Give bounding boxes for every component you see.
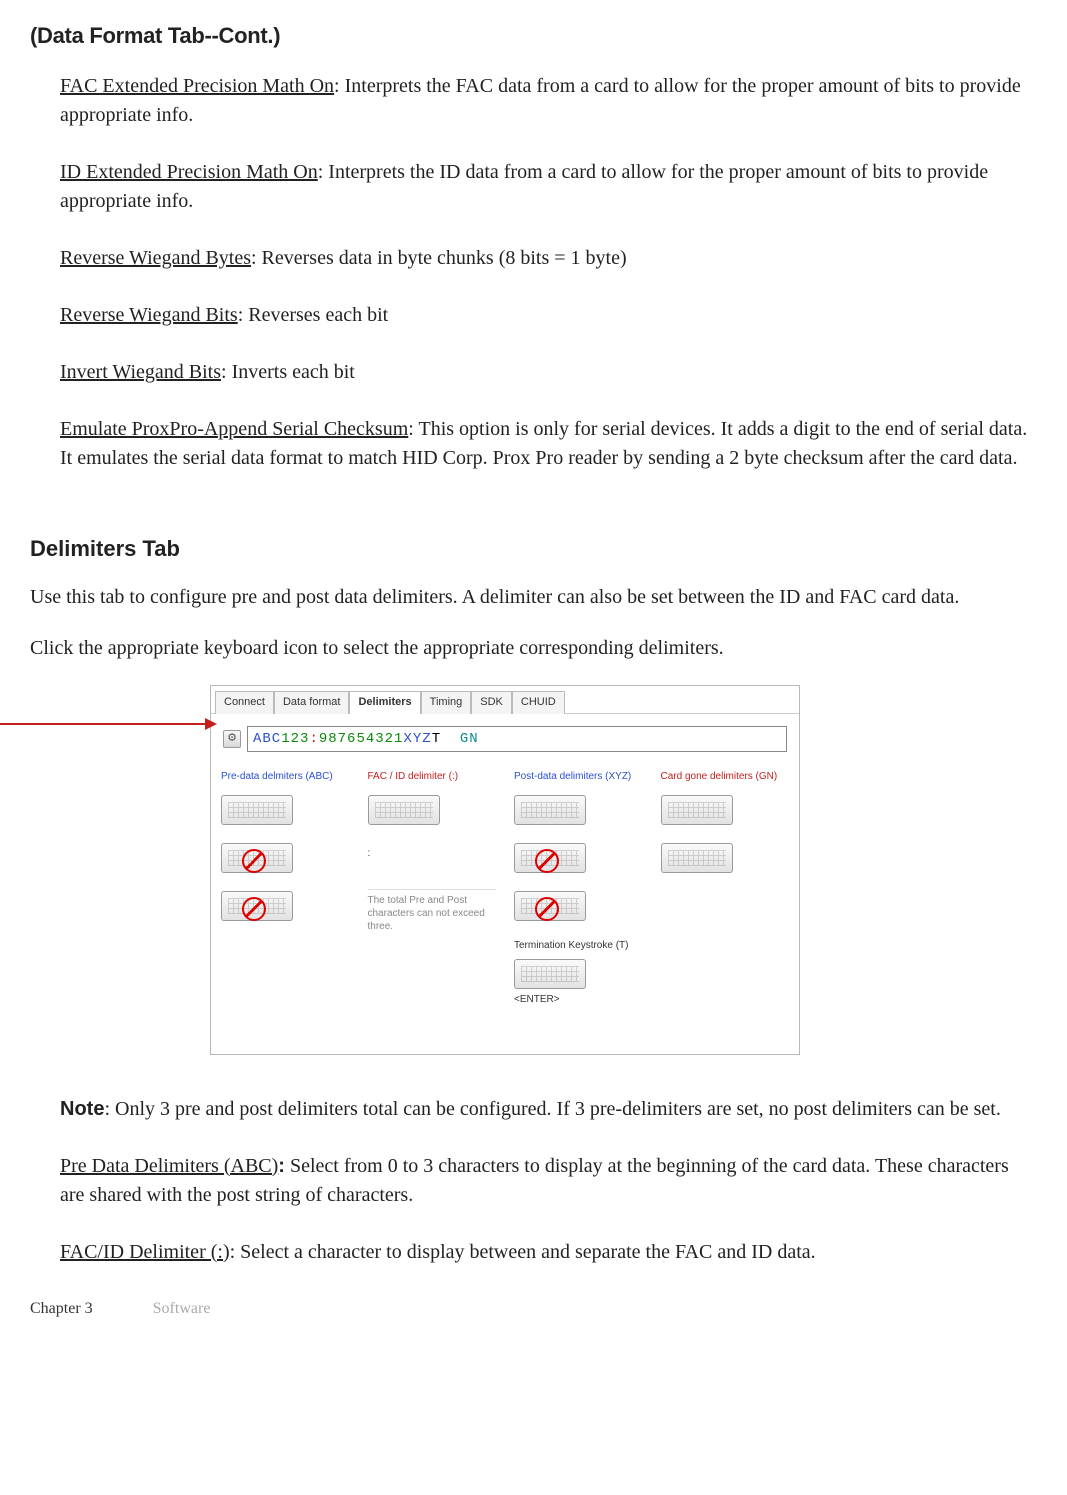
sample-bar: ⚙ ABC123:987654321XYZT GN bbox=[221, 724, 789, 754]
sample-id: 987654321 bbox=[319, 731, 404, 747]
keyboard-clear-icon[interactable] bbox=[514, 843, 586, 873]
def-facid-delim: FAC/ID Delimiter (:): Select a character… bbox=[60, 1238, 1037, 1267]
def-rev-bytes-text: : Reverses data in byte chunks (8 bits =… bbox=[251, 247, 627, 269]
delim-intro-1: Use this tab to configure pre and post d… bbox=[30, 583, 1037, 612]
keyboard-icon[interactable] bbox=[514, 959, 586, 989]
colon-bold: : bbox=[278, 1155, 285, 1177]
gear-icon[interactable]: ⚙ bbox=[223, 730, 241, 748]
def-facid-delim-label: FAC/ID Delimiter (:) bbox=[60, 1241, 230, 1263]
tab-data-format[interactable]: Data format bbox=[274, 691, 349, 714]
def-emulate-label: Emulate ProxPro-Append Serial Checksum bbox=[60, 418, 408, 440]
heading-data-format-cont: (Data Format Tab--Cont.) bbox=[30, 20, 1037, 52]
def-id-ext: ID Extended Precision Math On: Interpret… bbox=[60, 158, 1037, 216]
keyboard-icon[interactable] bbox=[514, 795, 586, 825]
termination-value: <ENTER> bbox=[514, 993, 643, 1008]
keyboard-icon[interactable] bbox=[661, 843, 733, 873]
note-text: : Only 3 pre and post delimiters total c… bbox=[104, 1098, 1000, 1120]
col-gone: Card gone delimiters (GN) bbox=[661, 770, 790, 1008]
def-rev-bits: Reverse Wiegand Bits: Reverses each bit bbox=[60, 301, 1037, 330]
footer-chapter: Chapter 3 bbox=[30, 1297, 93, 1320]
def-inv-bits-label: Invert Wiegand Bits bbox=[60, 361, 221, 383]
col-post: Post-data delimiters (XYZ) Termination K… bbox=[514, 770, 643, 1008]
figure-delimiters: ABC = Pre-Data : = FAC/ID Connect Data f… bbox=[30, 685, 800, 1055]
def-pre-data-label: Pre Data Delimiters (ABC) bbox=[60, 1155, 278, 1177]
sample-pre: ABC bbox=[253, 731, 281, 747]
sample-space bbox=[441, 731, 460, 747]
col-facid-title: FAC / ID delimiter (:) bbox=[368, 770, 497, 785]
dialog-delimiters: Connect Data format Delimiters Timing SD… bbox=[210, 685, 800, 1055]
sample-term: T bbox=[432, 731, 441, 747]
sample-gone: GN bbox=[460, 731, 479, 747]
keyboard-clear-icon[interactable] bbox=[221, 891, 293, 921]
def-id-ext-label: ID Extended Precision Math On bbox=[60, 161, 318, 183]
keyboard-icon[interactable] bbox=[221, 795, 293, 825]
def-fac-ext-label: FAC Extended Precision Math On bbox=[60, 75, 334, 97]
def-fac-ext: FAC Extended Precision Math On: Interpre… bbox=[60, 72, 1037, 130]
keyboard-clear-icon[interactable] bbox=[514, 891, 586, 921]
termination-title: Termination Keystroke (T) bbox=[514, 939, 643, 954]
tab-delimiters[interactable]: Delimiters bbox=[349, 691, 420, 714]
def-rev-bytes-label: Reverse Wiegand Bytes bbox=[60, 247, 251, 269]
def-inv-bits-text: : Inverts each bit bbox=[221, 361, 355, 383]
page-footer: Chapter 3 Software bbox=[30, 1297, 1037, 1320]
col-pre-title: Pre-data delmiters (ABC) bbox=[221, 770, 350, 785]
tab-chuid[interactable]: CHUID bbox=[512, 691, 565, 714]
col-gone-title: Card gone delimiters (GN) bbox=[661, 770, 790, 785]
col-post-title: Post-data delimiters (XYZ) bbox=[514, 770, 643, 785]
keyboard-icon[interactable] bbox=[368, 795, 440, 825]
def-inv-bits: Invert Wiegand Bits: Inverts each bit bbox=[60, 358, 1037, 387]
tabs-row: Connect Data format Delimiters Timing SD… bbox=[211, 686, 799, 714]
def-rev-bytes: Reverse Wiegand Bytes: Reverses data in … bbox=[60, 244, 1037, 273]
note-para: Note: Only 3 pre and post delimiters tot… bbox=[60, 1095, 1037, 1124]
facid-value: : bbox=[368, 847, 497, 862]
sample-sep: : bbox=[309, 731, 318, 747]
col-pre: Pre-data delmiters (ABC) bbox=[221, 770, 350, 1008]
def-pre-data: Pre Data Delimiters (ABC): Select from 0… bbox=[60, 1152, 1037, 1210]
keyboard-icon[interactable] bbox=[661, 795, 733, 825]
def-rev-bits-label: Reverse Wiegand Bits bbox=[60, 304, 238, 326]
delim-intro-2: Click the appropriate keyboard icon to s… bbox=[30, 634, 1037, 663]
footer-section: Software bbox=[153, 1297, 211, 1320]
col-facid: FAC / ID delimiter (:) : The total Pre a… bbox=[368, 770, 497, 1008]
delimiter-columns: Pre-data delmiters (ABC) FAC / ID delimi… bbox=[211, 764, 799, 1014]
tab-connect[interactable]: Connect bbox=[215, 691, 274, 714]
tab-sdk[interactable]: SDK bbox=[471, 691, 512, 714]
termination-block: Termination Keystroke (T) <ENTER> bbox=[514, 939, 643, 1008]
callout-arrow-icon bbox=[0, 723, 215, 725]
sample-output: ABC123:987654321XYZT GN bbox=[247, 726, 787, 752]
sample-post: XYZ bbox=[403, 731, 431, 747]
def-facid-delim-text: : Select a character to display between … bbox=[230, 1241, 816, 1263]
def-rev-bits-text: : Reverses each bit bbox=[238, 304, 389, 326]
sample-fac: 123 bbox=[281, 731, 309, 747]
keyboard-clear-icon[interactable] bbox=[221, 843, 293, 873]
heading-delimiters: Delimiters Tab bbox=[30, 533, 1037, 565]
def-emulate: Emulate ProxPro-Append Serial Checksum: … bbox=[60, 415, 1037, 473]
hint-text: The total Pre and Post characters can no… bbox=[368, 889, 497, 933]
tab-timing[interactable]: Timing bbox=[421, 691, 472, 714]
note-label: Note bbox=[60, 1098, 104, 1120]
